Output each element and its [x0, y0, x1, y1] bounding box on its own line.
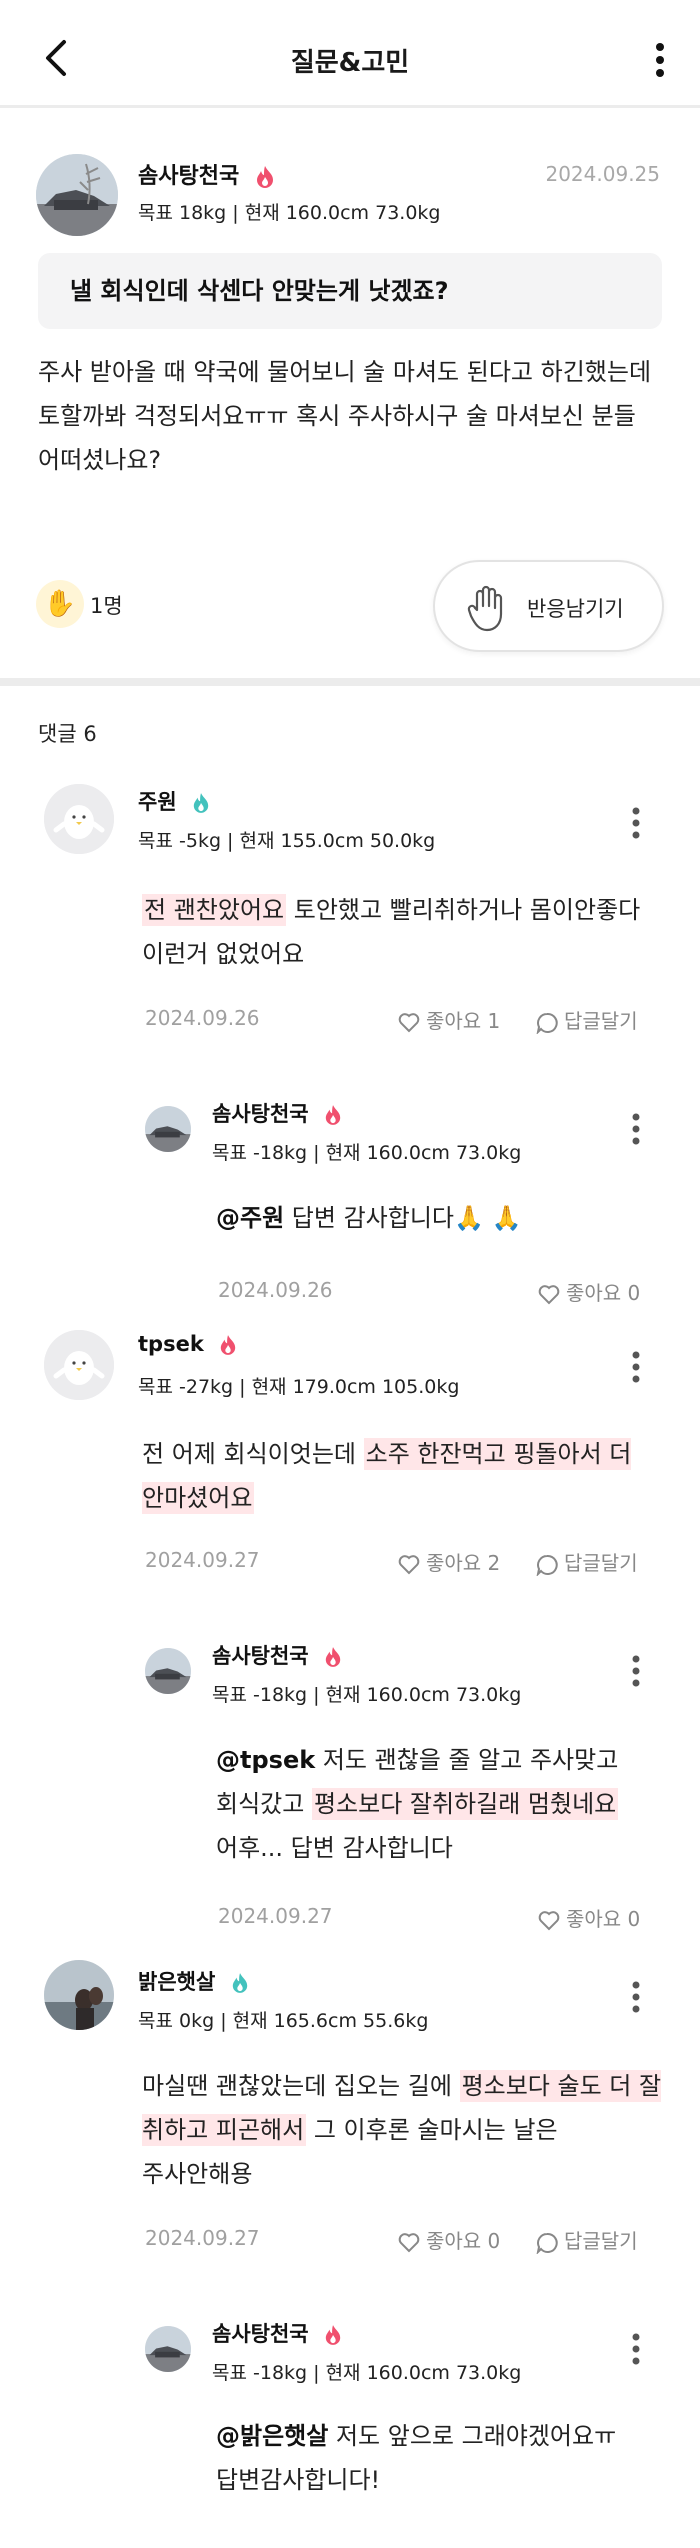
comment-author-label: tpsek	[138, 1332, 204, 1356]
comment-author[interactable]: 밝은햇살	[138, 1966, 249, 1996]
comment-avatar[interactable]	[145, 1106, 191, 1152]
comment-author[interactable]: 솜사탕천국	[212, 1098, 342, 1128]
like-label: 좋아요 0	[566, 1907, 641, 1931]
speech-bubble-icon	[536, 2232, 558, 2254]
comment-author-stats: 목표 -5kg | 현재 155.0cm 50.0kg	[138, 830, 436, 852]
comment-date: 2024.09.27	[145, 2226, 260, 2250]
like-button[interactable]: 좋아요 0	[538, 1903, 640, 1932]
more-vertical-icon[interactable]	[630, 1654, 642, 1688]
flame-icon	[193, 793, 209, 813]
comment-body: @주원 답변 감사합니다🙏 🙏	[216, 1196, 656, 1240]
post-author-avatar[interactable]	[36, 154, 118, 236]
more-vertical-icon[interactable]	[630, 806, 642, 840]
speech-bubble-icon	[536, 1554, 558, 1576]
comment-text: 전 어제 회식이엇는데	[142, 1440, 364, 1468]
post-author-stats: 목표 18kg | 현재 160.0cm 73.0kg	[138, 202, 441, 224]
comment-author-stats: 목표 -18kg | 현재 160.0cm 73.0kg	[212, 2362, 522, 2384]
more-vertical-icon[interactable]	[630, 1980, 642, 2014]
flame-icon	[325, 2325, 341, 2345]
hand-icon	[467, 585, 503, 632]
like-label: 좋아요 1	[426, 1009, 501, 1033]
reaction-count[interactable]: 1명	[90, 590, 123, 620]
comment-author[interactable]: 솜사탕천국	[212, 2318, 342, 2348]
comment-body: @tpsek 저도 괜찮을 줄 알고 주사맞고 회식갔고 평소보다 잘취하길래 …	[216, 1738, 666, 1870]
comment-body: 마실땐 괜찮았는데 집오는 길에 평소보다 술도 더 잘 취하고 피곤해서 그 …	[142, 2064, 672, 2196]
reply-button[interactable]: 답글달기	[536, 1547, 638, 1576]
speech-bubble-icon	[536, 1012, 558, 1034]
comment-author[interactable]: tpsek	[138, 1332, 237, 1356]
like-button[interactable]: 좋아요 0	[398, 2225, 500, 2254]
highlighted-text: 전 괜찬았어요	[142, 894, 287, 926]
comment-body: @밝은햇살 저도 앞으로 그래야겠어요ㅠ 답변감사합니다!	[216, 2414, 666, 2502]
comment-author-label: 솜사탕천국	[212, 1644, 309, 1668]
mention[interactable]: @tpsek	[216, 1746, 315, 1774]
flame-icon	[256, 166, 273, 188]
page-title: 질문&고민	[290, 48, 410, 78]
heart-icon	[398, 1012, 420, 1032]
comment-date: 2024.09.27	[145, 1548, 260, 1572]
heart-icon	[398, 2232, 420, 2252]
comment-author-stats: 목표 0kg | 현재 165.6cm 55.6kg	[138, 2010, 429, 2032]
comment-author-label: 밝은햇살	[138, 1970, 216, 1994]
more-vertical-icon[interactable]	[630, 1112, 642, 1146]
react-button-label: 반응남기기	[527, 597, 624, 621]
post-author-label: 솜사탕천국	[138, 164, 240, 189]
heart-icon	[538, 1284, 560, 1304]
reply-button[interactable]: 답글달기	[536, 1005, 638, 1034]
comment-avatar[interactable]	[44, 784, 114, 854]
like-button[interactable]: 좋아요 2	[398, 1547, 500, 1576]
comment-author-stats: 목표 -18kg | 현재 160.0cm 73.0kg	[212, 1684, 522, 1706]
more-vertical-icon[interactable]	[630, 1350, 642, 1384]
reaction-hand-icon[interactable]: ✋	[36, 580, 84, 628]
post-title: 낼 회식인데 삭센다 안맞는게 낫겠죠?	[38, 253, 662, 329]
comment-author-stats: 목표 -18kg | 현재 160.0cm 73.0kg	[212, 1142, 522, 1164]
reply-label: 답글달기	[564, 2229, 638, 2253]
comment-avatar[interactable]	[44, 1960, 114, 2030]
comment-date: 2024.09.27	[218, 1904, 333, 1928]
like-label: 좋아요 0	[426, 2229, 501, 2253]
comment-body: 전 어제 회식이엇는데 소주 한잔먹고 핑돌아서 더 안마셨어요	[142, 1432, 662, 1520]
comment-body: 전 괜찬았어요 토안했고 빨리취하거나 몸이안좋다 이런거 없었어요	[142, 888, 652, 976]
comment-author-label: 솜사탕천국	[212, 1102, 309, 1126]
reply-label: 답글달기	[564, 1009, 638, 1033]
comment-text: 마실땐 괜찮았는데 집오는 길에	[142, 2072, 460, 2100]
comment-text: 답변 감사합니다🙏 🙏	[284, 1204, 522, 1232]
comment-author-label: 주원	[138, 790, 177, 814]
post-body: 주사 받아올 때 약국에 물어보니 술 마셔도 된다고 하긴했는데 토할까봐 걱…	[38, 358, 652, 474]
react-button[interactable]: 반응남기기	[433, 560, 664, 652]
flame-icon	[220, 1335, 236, 1355]
more-vertical-icon[interactable]	[630, 2332, 642, 2366]
comment-author-stats: 목표 -27kg | 현재 179.0cm 105.0kg	[138, 1376, 460, 1398]
heart-icon	[538, 1910, 560, 1930]
comment-avatar[interactable]	[145, 2326, 191, 2372]
mention[interactable]: @밝은햇살	[216, 2422, 328, 2450]
comment-avatar[interactable]	[145, 1648, 191, 1694]
comment-avatar[interactable]	[44, 1330, 114, 1400]
more-vertical-icon[interactable]	[650, 42, 670, 78]
comment-text: 어후... 답변 감사합니다	[216, 1834, 453, 1862]
flame-icon	[232, 1973, 247, 1993]
app-header: 질문&고민	[0, 0, 700, 108]
like-label: 좋아요 2	[426, 1551, 501, 1575]
comment-date: 2024.09.26	[145, 1006, 260, 1030]
heart-icon	[398, 1554, 420, 1574]
section-divider	[0, 678, 700, 686]
reply-label: 답글달기	[564, 1551, 638, 1575]
mention[interactable]: @주원	[216, 1204, 284, 1232]
like-button[interactable]: 좋아요 1	[398, 1005, 500, 1034]
flame-icon	[325, 1647, 341, 1667]
comment-author[interactable]: 솜사탕천국	[212, 1640, 342, 1670]
post-date: 2024.09.25	[545, 162, 660, 186]
like-label: 좋아요 0	[566, 1281, 641, 1305]
highlighted-text: 평소보다 잘취하길래 멈췄네요	[311, 1788, 619, 1820]
comment-author-label: 솜사탕천국	[212, 2322, 309, 2346]
comments-count: 댓글 6	[38, 722, 97, 746]
comment-date: 2024.09.26	[218, 1278, 333, 1302]
like-button[interactable]: 좋아요 0	[538, 1277, 640, 1306]
comment-author[interactable]: 주원	[138, 786, 210, 816]
flame-icon	[325, 1105, 341, 1125]
reply-button[interactable]: 답글달기	[536, 2225, 638, 2254]
post-author-name[interactable]: 솜사탕천국	[138, 158, 275, 190]
